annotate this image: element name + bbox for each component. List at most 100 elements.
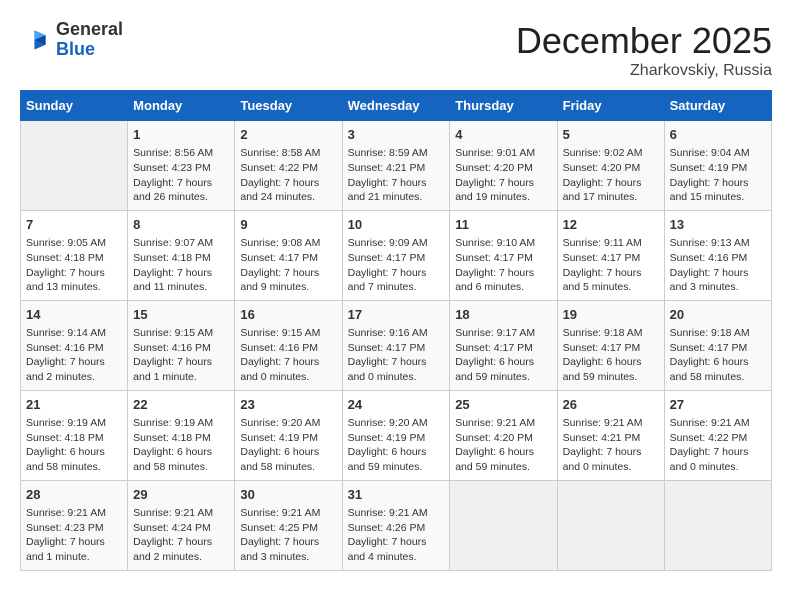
logo-general: General <box>56 20 123 40</box>
calendar-cell: 25 Sunrise: 9:21 AM Sunset: 4:20 PM Dayli… <box>450 390 557 480</box>
calendar-table: SundayMondayTuesdayWednesdayThursdayFrid… <box>20 90 772 571</box>
day-info: Sunrise: 9:01 AM Sunset: 4:20 PM Dayligh… <box>455 146 551 205</box>
day-number: 1 <box>133 126 229 144</box>
day-info: Sunrise: 9:21 AM Sunset: 4:24 PM Dayligh… <box>133 506 229 565</box>
day-number: 15 <box>133 306 229 324</box>
weekday-header-sunday: Sunday <box>21 91 128 121</box>
month-title: December 2025 <box>516 20 772 62</box>
day-number: 4 <box>455 126 551 144</box>
day-number: 28 <box>26 486 122 504</box>
day-number: 19 <box>563 306 659 324</box>
weekday-header-monday: Monday <box>128 91 235 121</box>
day-number: 13 <box>670 216 766 234</box>
day-info: Sunrise: 9:02 AM Sunset: 4:20 PM Dayligh… <box>563 146 659 205</box>
calendar-cell: 6 Sunrise: 9:04 AM Sunset: 4:19 PM Daylig… <box>664 121 771 211</box>
calendar-cell: 10 Sunrise: 9:09 AM Sunset: 4:17 PM Dayli… <box>342 210 450 300</box>
calendar-cell: 8Sunrise: 9:07 AM Sunset: 4:18 PM Daylig… <box>128 210 235 300</box>
day-info: Sunrise: 9:21 AM Sunset: 4:26 PM Dayligh… <box>348 506 445 565</box>
day-info: Sunrise: 8:59 AM Sunset: 4:21 PM Dayligh… <box>348 146 445 205</box>
day-info: Sunrise: 9:11 AM Sunset: 4:17 PM Dayligh… <box>563 236 659 295</box>
day-number: 29 <box>133 486 229 504</box>
day-info: Sunrise: 9:04 AM Sunset: 4:19 PM Dayligh… <box>670 146 766 205</box>
location-subtitle: Zharkovskiy, Russia <box>516 62 772 80</box>
calendar-cell: 9 Sunrise: 9:08 AM Sunset: 4:17 PM Daylig… <box>235 210 342 300</box>
day-number: 21 <box>26 396 122 414</box>
day-number: 25 <box>455 396 551 414</box>
day-info: Sunrise: 9:14 AM Sunset: 4:16 PM Dayligh… <box>26 326 122 385</box>
day-info: Sunrise: 9:10 AM Sunset: 4:17 PM Dayligh… <box>455 236 551 295</box>
calendar-cell: 21Sunrise: 9:19 AM Sunset: 4:18 PM Dayli… <box>21 390 128 480</box>
calendar-cell: 1Sunrise: 8:56 AM Sunset: 4:23 PM Daylig… <box>128 121 235 211</box>
day-number: 5 <box>563 126 659 144</box>
day-number: 11 <box>455 216 551 234</box>
calendar-cell: 30 Sunrise: 9:21 AM Sunset: 4:25 PM Dayli… <box>235 480 342 570</box>
calendar-week-row: 28 Sunrise: 9:21 AM Sunset: 4:23 PM Dayli… <box>21 480 772 570</box>
calendar-cell <box>664 480 771 570</box>
calendar-cell: 7 Sunrise: 9:05 AM Sunset: 4:18 PM Daylig… <box>21 210 128 300</box>
weekday-header-wednesday: Wednesday <box>342 91 450 121</box>
day-info: Sunrise: 9:18 AM Sunset: 4:17 PM Dayligh… <box>670 326 766 385</box>
calendar-cell: 16 Sunrise: 9:15 AM Sunset: 4:16 PM Dayli… <box>235 300 342 390</box>
calendar-cell: 14 Sunrise: 9:14 AM Sunset: 4:16 PM Dayli… <box>21 300 128 390</box>
day-number: 31 <box>348 486 445 504</box>
day-number: 22 <box>133 396 229 414</box>
calendar-cell: 20 Sunrise: 9:18 AM Sunset: 4:17 PM Dayli… <box>664 300 771 390</box>
title-block: December 2025 Zharkovskiy, Russia <box>516 20 772 80</box>
day-info: Sunrise: 9:09 AM Sunset: 4:17 PM Dayligh… <box>348 236 445 295</box>
calendar-cell: 28 Sunrise: 9:21 AM Sunset: 4:23 PM Dayli… <box>21 480 128 570</box>
calendar-cell: 24Sunrise: 9:20 AM Sunset: 4:19 PM Dayli… <box>342 390 450 480</box>
day-number: 12 <box>563 216 659 234</box>
calendar-cell: 27 Sunrise: 9:21 AM Sunset: 4:22 PM Dayli… <box>664 390 771 480</box>
day-info: Sunrise: 9:05 AM Sunset: 4:18 PM Dayligh… <box>26 236 122 295</box>
day-number: 7 <box>26 216 122 234</box>
calendar-cell: 29 Sunrise: 9:21 AM Sunset: 4:24 PM Dayli… <box>128 480 235 570</box>
day-info: Sunrise: 9:18 AM Sunset: 4:17 PM Dayligh… <box>563 326 659 385</box>
calendar-week-row: 21 Sunrise: 9:19 AM Sunset: 4:18 PM Dayli… <box>21 390 772 480</box>
calendar-cell: 4 Sunrise: 9:01 AM Sunset: 4:20 PM Daylig… <box>450 121 557 211</box>
calendar-week-row: 7 Sunrise: 9:05 AM Sunset: 4:18 PM Daylig… <box>21 210 772 300</box>
day-info: Sunrise: 9:15 AM Sunset: 4:16 PM Dayligh… <box>240 326 336 385</box>
day-info: Sunrise: 9:08 AM Sunset: 4:17 PM Dayligh… <box>240 236 336 295</box>
day-info: Sunrise: 9:15 AM Sunset: 4:16 PM Dayligh… <box>133 326 229 385</box>
day-number: 20 <box>670 306 766 324</box>
logo-text: General Blue <box>56 20 123 60</box>
day-info: Sunrise: 9:21 AM Sunset: 4:23 PM Dayligh… <box>26 506 122 565</box>
day-number: 10 <box>348 216 445 234</box>
calendar-cell: 17Sunrise: 9:16 AM Sunset: 4:17 PM Dayli… <box>342 300 450 390</box>
logo: General Blue <box>20 20 123 60</box>
day-info: Sunrise: 9:21 AM Sunset: 4:20 PM Dayligh… <box>455 416 551 475</box>
day-number: 27 <box>670 396 766 414</box>
day-info: Sunrise: 8:58 AM Sunset: 4:22 PM Dayligh… <box>240 146 336 205</box>
day-info: Sunrise: 9:20 AM Sunset: 4:19 PM Dayligh… <box>240 416 336 475</box>
day-number: 23 <box>240 396 336 414</box>
weekday-header-row: SundayMondayTuesdayWednesdayThursdayFrid… <box>21 91 772 121</box>
day-number: 3 <box>348 126 445 144</box>
calendar-cell: 3 Sunrise: 8:59 AM Sunset: 4:21 PM Daylig… <box>342 121 450 211</box>
weekday-header-saturday: Saturday <box>664 91 771 121</box>
day-number: 8 <box>133 216 229 234</box>
calendar-cell: 22 Sunrise: 9:19 AM Sunset: 4:18 PM Dayli… <box>128 390 235 480</box>
calendar-cell: 13Sunrise: 9:13 AM Sunset: 4:16 PM Dayli… <box>664 210 771 300</box>
day-info: Sunrise: 9:16 AM Sunset: 4:17 PM Dayligh… <box>348 326 445 385</box>
calendar-cell: 5 Sunrise: 9:02 AM Sunset: 4:20 PM Daylig… <box>557 121 664 211</box>
calendar-cell: 2Sunrise: 8:58 AM Sunset: 4:22 PM Daylig… <box>235 121 342 211</box>
day-number: 16 <box>240 306 336 324</box>
calendar-cell <box>21 121 128 211</box>
calendar-cell: 15 Sunrise: 9:15 AM Sunset: 4:16 PM Dayli… <box>128 300 235 390</box>
calendar-cell: 26Sunrise: 9:21 AM Sunset: 4:21 PM Dayli… <box>557 390 664 480</box>
weekday-header-friday: Friday <box>557 91 664 121</box>
day-number: 9 <box>240 216 336 234</box>
calendar-cell <box>557 480 664 570</box>
day-info: Sunrise: 9:17 AM Sunset: 4:17 PM Dayligh… <box>455 326 551 385</box>
day-info: Sunrise: 9:19 AM Sunset: 4:18 PM Dayligh… <box>133 416 229 475</box>
day-number: 6 <box>670 126 766 144</box>
day-number: 18 <box>455 306 551 324</box>
day-number: 26 <box>563 396 659 414</box>
day-number: 14 <box>26 306 122 324</box>
day-info: Sunrise: 9:21 AM Sunset: 4:25 PM Dayligh… <box>240 506 336 565</box>
day-info: Sunrise: 9:21 AM Sunset: 4:22 PM Dayligh… <box>670 416 766 475</box>
logo-icon <box>20 24 52 56</box>
day-number: 24 <box>348 396 445 414</box>
weekday-header-tuesday: Tuesday <box>235 91 342 121</box>
day-number: 30 <box>240 486 336 504</box>
